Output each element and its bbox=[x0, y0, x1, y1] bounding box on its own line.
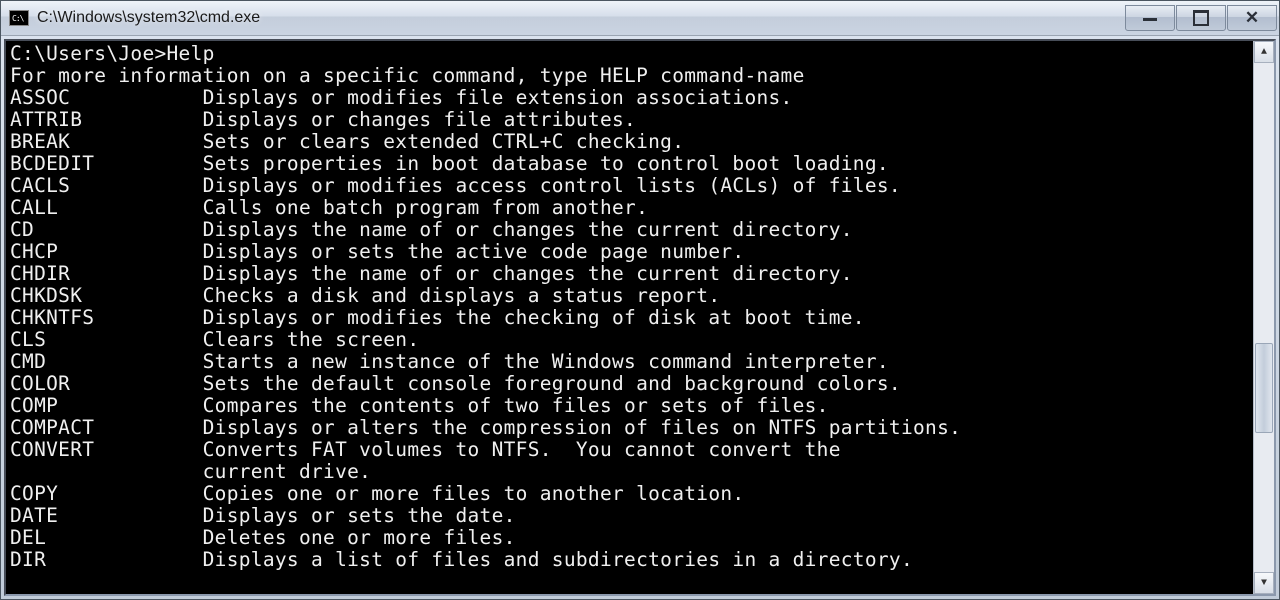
cmd-window: C:\Windows\system32\cmd.exe ✕ C:\Users\J… bbox=[0, 0, 1280, 600]
scroll-up-button[interactable]: ▲ bbox=[1254, 41, 1274, 63]
titlebar[interactable]: C:\Windows\system32\cmd.exe ✕ bbox=[1, 1, 1279, 36]
cmd-app-icon bbox=[9, 10, 29, 26]
scroll-down-button[interactable]: ▼ bbox=[1254, 572, 1274, 594]
window-controls: ✕ bbox=[1125, 6, 1277, 31]
scroll-thumb[interactable] bbox=[1255, 343, 1273, 433]
minimize-button[interactable] bbox=[1125, 5, 1175, 31]
maximize-button[interactable] bbox=[1176, 5, 1226, 31]
console-area: C:\Users\Joe>Help For more information o… bbox=[4, 39, 1276, 596]
window-title: C:\Windows\system32\cmd.exe bbox=[37, 9, 260, 27]
close-button[interactable]: ✕ bbox=[1227, 5, 1277, 31]
scroll-track[interactable] bbox=[1254, 63, 1274, 572]
vertical-scrollbar[interactable]: ▲ ▼ bbox=[1253, 41, 1274, 594]
console-output[interactable]: C:\Users\Joe>Help For more information o… bbox=[6, 41, 1253, 594]
